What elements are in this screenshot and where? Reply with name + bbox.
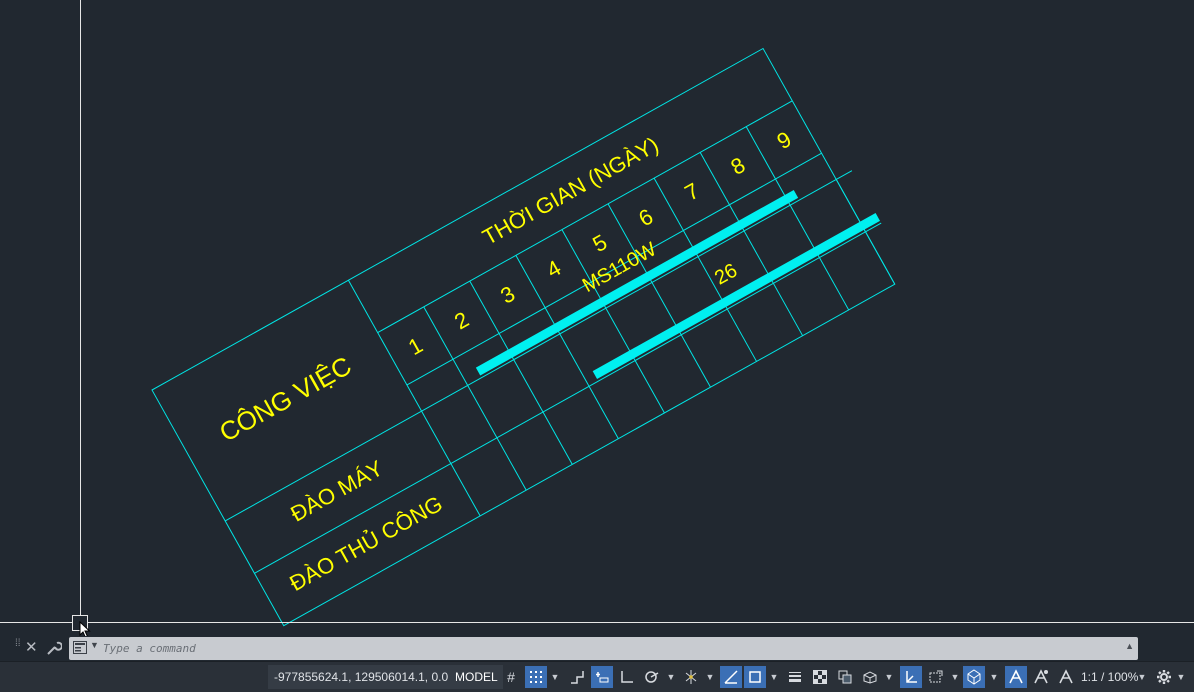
polar-dropdown-icon[interactable]: ▼ xyxy=(666,670,676,684)
command-field[interactable]: ▼ ▲ xyxy=(69,637,1138,660)
fringe-2 xyxy=(835,170,853,180)
dynamic-ucs-icon[interactable] xyxy=(900,666,922,688)
task-header: CÔNG VIỆC xyxy=(214,350,356,447)
object-snap-tracking-icon[interactable] xyxy=(720,666,742,688)
grid-icon[interactable]: # xyxy=(500,666,522,688)
3d-object-snap-icon[interactable] xyxy=(859,666,881,688)
annotation-scale-icon[interactable] xyxy=(1055,666,1077,688)
day-label-3: 3 xyxy=(496,281,519,309)
grip-handle-icon[interactable]: ⁞⁞ xyxy=(15,639,21,656)
workspace-gear-icon[interactable] xyxy=(1153,666,1175,688)
snap-icon[interactable] xyxy=(525,666,547,688)
3d-snap-dropdown-icon[interactable]: ▼ xyxy=(884,670,894,684)
task-rule-1 xyxy=(224,179,837,522)
crosshair-horizontal xyxy=(0,622,1194,623)
day-label-4: 4 xyxy=(542,255,565,283)
task-rule-2 xyxy=(254,231,866,574)
selection-filter-icon[interactable] xyxy=(925,666,947,688)
command-line-bar: ⁞⁞ ✕ ▼ ▲ xyxy=(0,636,1194,661)
status-bar: -977855624.1, 129506014.1, 0.0 MODEL # ▼… xyxy=(0,661,1194,692)
day-col-rule xyxy=(423,306,527,491)
header-title: THỜI GIAN (NGÀY) xyxy=(478,132,662,250)
annotation-scale-value[interactable]: 1:1 / 100% xyxy=(1081,666,1138,688)
object-snap-dropdown-icon[interactable]: ▼ xyxy=(769,670,779,684)
isodraft-icon[interactable] xyxy=(680,666,702,688)
gizmo-dropdown-icon[interactable]: ▼ xyxy=(989,670,999,684)
snap-dropdown-icon[interactable]: ▼ xyxy=(550,670,560,684)
polar-icon[interactable] xyxy=(641,666,663,688)
day-label-5: 5 xyxy=(588,229,611,257)
object-snap-icon[interactable] xyxy=(744,666,766,688)
auto-scale-icon[interactable] xyxy=(1030,666,1052,688)
day-label-6: 6 xyxy=(634,204,657,232)
selection-cycling-icon[interactable] xyxy=(834,666,856,688)
day-label-1: 1 xyxy=(404,332,427,360)
crosshair-vertical xyxy=(80,0,81,622)
gantt-drawing: THỜI GIAN (NGÀY) CÔNG VIỆC 123456789 ĐÀO MÁ… xyxy=(151,47,896,627)
day-label-7: 7 xyxy=(680,178,703,206)
gantt-bar-manual xyxy=(592,212,880,379)
transparency-icon[interactable] xyxy=(809,666,831,688)
coordinates-readout[interactable]: -977855624.1, 129506014.1, 0.0 xyxy=(268,665,455,689)
day-label-9: 9 xyxy=(773,126,796,154)
model-space-button[interactable]: MODEL xyxy=(450,665,503,689)
workspace-dropdown-icon[interactable]: ▼ xyxy=(1176,670,1186,684)
task-label-machine: ĐÀO MÁY xyxy=(286,455,387,526)
annotation-visibility-icon[interactable] xyxy=(1005,666,1027,688)
day-label-8: 8 xyxy=(727,152,750,180)
model-viewport[interactable]: THỜI GIAN (NGÀY) CÔNG VIỆC 1 2 3 4 5 6 7 8 9 ĐÀO MÁ… xyxy=(0,0,1194,639)
lineweight-icon[interactable] xyxy=(784,666,806,688)
dynamic-input-icon[interactable] xyxy=(591,666,613,688)
dropdown-caret-icon[interactable]: ▼ xyxy=(90,640,99,650)
annotation-scale-dropdown-icon[interactable]: ▼ xyxy=(1137,670,1147,684)
recent-commands-icon[interactable] xyxy=(73,641,87,654)
bar-label-manual: 26 xyxy=(711,259,741,289)
day-col-rule xyxy=(469,280,573,465)
selection-filter-dropdown-icon[interactable]: ▼ xyxy=(950,670,960,684)
isodraft-dropdown-icon[interactable]: ▼ xyxy=(705,670,715,684)
ortho-icon[interactable] xyxy=(616,666,638,688)
day-label-2: 2 xyxy=(450,307,473,335)
command-input[interactable] xyxy=(103,637,1113,660)
command-history-icon[interactable]: ▲ xyxy=(1125,641,1134,651)
gizmo-icon[interactable] xyxy=(963,666,985,688)
infer-constraints-icon[interactable] xyxy=(566,666,588,688)
wrench-icon[interactable] xyxy=(46,640,63,659)
close-icon[interactable]: ✕ xyxy=(25,639,38,657)
